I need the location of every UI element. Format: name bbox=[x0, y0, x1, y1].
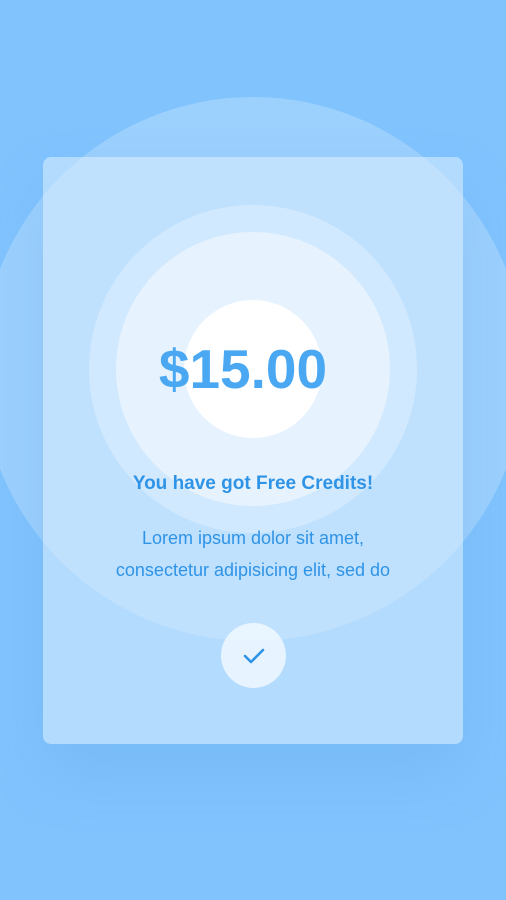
checkmark-icon bbox=[243, 648, 264, 663]
reward-description: Lorem ipsum dolor sit amet, consectetur … bbox=[96, 522, 410, 586]
confirm-button[interactable] bbox=[221, 623, 286, 688]
description-line-2: consectetur adipisicing elit, sed do bbox=[115, 560, 391, 580]
reward-screen: $15.00 You have got Free Credits! Lorem … bbox=[0, 0, 506, 900]
description-line-1: Lorem ipsum dolor sit amet, bbox=[141, 528, 365, 548]
reward-headline: You have got Free Credits! bbox=[132, 473, 374, 494]
credit-amount: $15.00 bbox=[158, 338, 328, 400]
